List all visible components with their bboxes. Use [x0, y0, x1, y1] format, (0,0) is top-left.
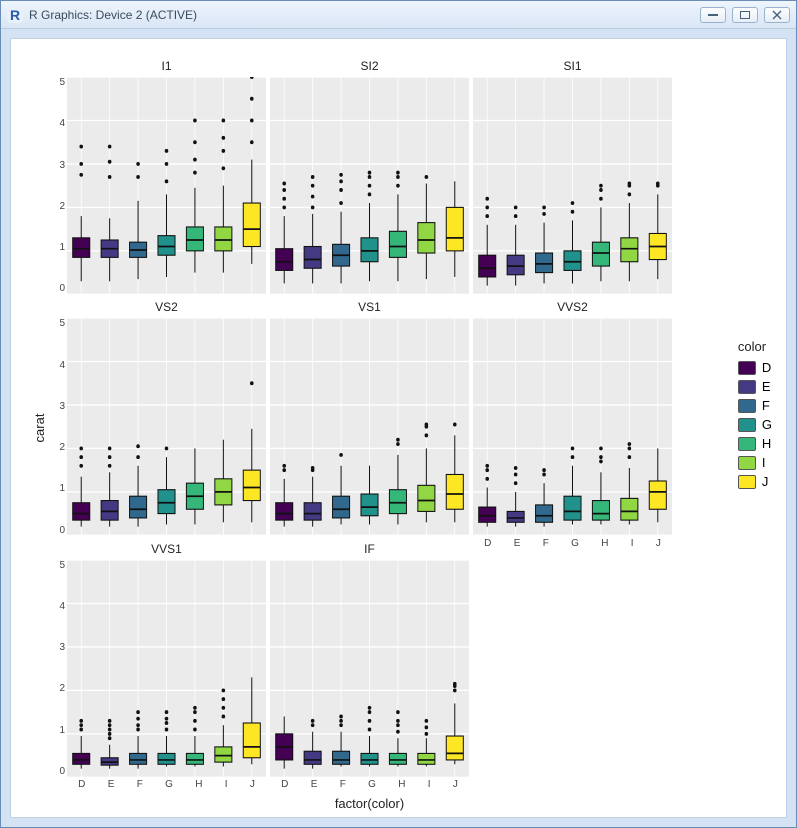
panel [67, 560, 266, 777]
minimize-button[interactable] [700, 7, 726, 23]
legend-swatch-icon [738, 475, 756, 489]
x-tick-labels: DEFGHIJ [67, 779, 266, 791]
facet-title: SI2 [270, 57, 469, 77]
facet-title: VS2 [67, 298, 266, 318]
r-graphics-window: R R Graphics: Device 2 (ACTIVE) carat I1… [0, 0, 797, 828]
maximize-icon [740, 11, 750, 19]
facet-title: IF [270, 540, 469, 560]
facet-title: VS1 [270, 298, 469, 318]
close-button[interactable] [764, 7, 790, 23]
legend-item-E: E [738, 379, 772, 394]
titlebar: R R Graphics: Device 2 (ACTIVE) [1, 1, 796, 29]
facet-SI2: SI2 [270, 57, 469, 294]
panel [67, 77, 266, 294]
legend-item-G: G [738, 417, 772, 432]
legend: color DEFGHIJ [738, 339, 772, 493]
window-controls [700, 7, 790, 23]
close-icon [772, 10, 782, 20]
facet-title: SI1 [473, 57, 672, 77]
maximize-button[interactable] [732, 7, 758, 23]
x-axis-label: factor(color) [67, 796, 672, 811]
window-title: R Graphics: Device 2 (ACTIVE) [29, 8, 197, 22]
legend-swatch-icon [738, 361, 756, 375]
y-tick-labels: 543210 [43, 560, 65, 777]
facet-VS1: VS1 [270, 298, 469, 535]
facet-title: VVS2 [473, 298, 672, 318]
panel [270, 77, 469, 294]
legend-swatch-icon [738, 418, 756, 432]
facet-IF: IFDEFGHIJ [270, 540, 469, 777]
panel [473, 318, 672, 535]
y-tick-labels: 543210 [43, 77, 65, 294]
panel [67, 318, 266, 535]
legend-swatch-icon [738, 399, 756, 413]
panel [270, 560, 469, 777]
legend-swatch-icon [738, 380, 756, 394]
legend-item-J: J [738, 474, 772, 489]
legend-label: I [762, 455, 766, 470]
facet-SI1: SI1 [473, 57, 672, 294]
legend-item-F: F [738, 398, 772, 413]
x-tick-labels: DEFGHIJ [473, 538, 672, 550]
legend-swatch-icon [738, 456, 756, 470]
legend-title: color [738, 339, 772, 354]
legend-swatch-icon [738, 437, 756, 451]
legend-label: J [762, 474, 769, 489]
legend-label: G [762, 417, 772, 432]
legend-label: F [762, 398, 770, 413]
facet-VVS2: VVS2DEFGHIJ [473, 298, 672, 535]
legend-item-H: H [738, 436, 772, 451]
panel [270, 318, 469, 535]
facet-VVS1: VVS1543210DEFGHIJ [67, 540, 266, 777]
legend-item-I: I [738, 455, 772, 470]
plot-area: carat I1543210SI2SI1VS2543210VS1VVS2DEFG… [10, 38, 787, 818]
facet-grid: I1543210SI2SI1VS2543210VS1VVS2DEFGHIJVVS… [67, 57, 672, 777]
legend-label: D [762, 360, 771, 375]
facet-title: VVS1 [67, 540, 266, 560]
legend-item-D: D [738, 360, 772, 375]
facet-title: I1 [67, 57, 266, 77]
y-tick-labels: 543210 [43, 318, 65, 535]
legend-label: H [762, 436, 771, 451]
facet-VS2: VS2543210 [67, 298, 266, 535]
panel [473, 77, 672, 294]
facet-I1: I1543210 [67, 57, 266, 294]
minimize-icon [708, 14, 718, 16]
r-logo-icon: R [7, 7, 23, 23]
x-tick-labels: DEFGHIJ [270, 779, 469, 791]
legend-label: E [762, 379, 771, 394]
